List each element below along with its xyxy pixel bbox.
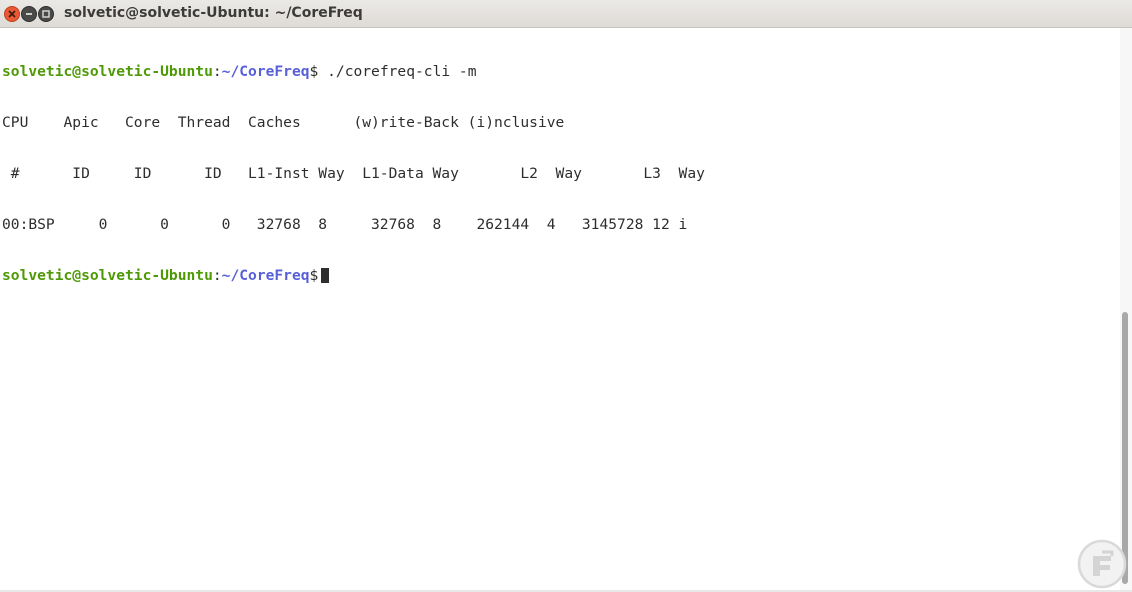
output-line-header-1: CPU Apic Core Thread Caches (w)rite-Back…: [2, 114, 565, 131]
command-text: ./corefreq-cli -m: [318, 63, 477, 80]
minimize-icon: [26, 13, 32, 15]
scrollbar[interactable]: [1120, 28, 1132, 592]
watermark-logo-icon: [1077, 539, 1127, 589]
command-line: solvetic@solvetic-Ubuntu:~/CoreFreq$ ./c…: [2, 63, 1114, 80]
prompt-path: ~/CoreFreq: [221, 63, 310, 80]
prompt-separator: :: [212, 267, 222, 284]
prompt-separator: :: [212, 63, 222, 80]
terminal-content[interactable]: solvetic@solvetic-Ubuntu:~/CoreFreq$ ./c…: [2, 29, 1114, 589]
prompt-symbol: $: [309, 267, 319, 284]
terminal-window: solvetic@solvetic-Ubuntu: ~/CoreFreq sol…: [0, 0, 1132, 592]
close-icon: [8, 10, 16, 18]
close-button[interactable]: [4, 6, 20, 22]
text-cursor: [321, 268, 330, 283]
window-title: solvetic@solvetic-Ubuntu: ~/CoreFreq: [64, 5, 363, 21]
output-line-header-2: # ID ID ID L1-Inst Way L1-Data Way L2 Wa…: [2, 165, 705, 182]
maximize-button[interactable]: [38, 6, 54, 22]
output-line-data: 00:BSP 0 0 0 32768 8 32768 8 262144 4 31…: [2, 216, 688, 233]
maximize-icon: [42, 10, 50, 18]
title-bar[interactable]: solvetic@solvetic-Ubuntu: ~/CoreFreq: [0, 0, 1132, 28]
prompt-path: ~/CoreFreq: [221, 267, 310, 284]
prompt-user-host: solvetic@solvetic-Ubuntu: [2, 267, 213, 284]
minimize-button[interactable]: [21, 6, 37, 22]
prompt-user-host: solvetic@solvetic-Ubuntu: [2, 63, 213, 80]
prompt-line: solvetic@solvetic-Ubuntu:~/CoreFreq$: [2, 267, 1114, 284]
